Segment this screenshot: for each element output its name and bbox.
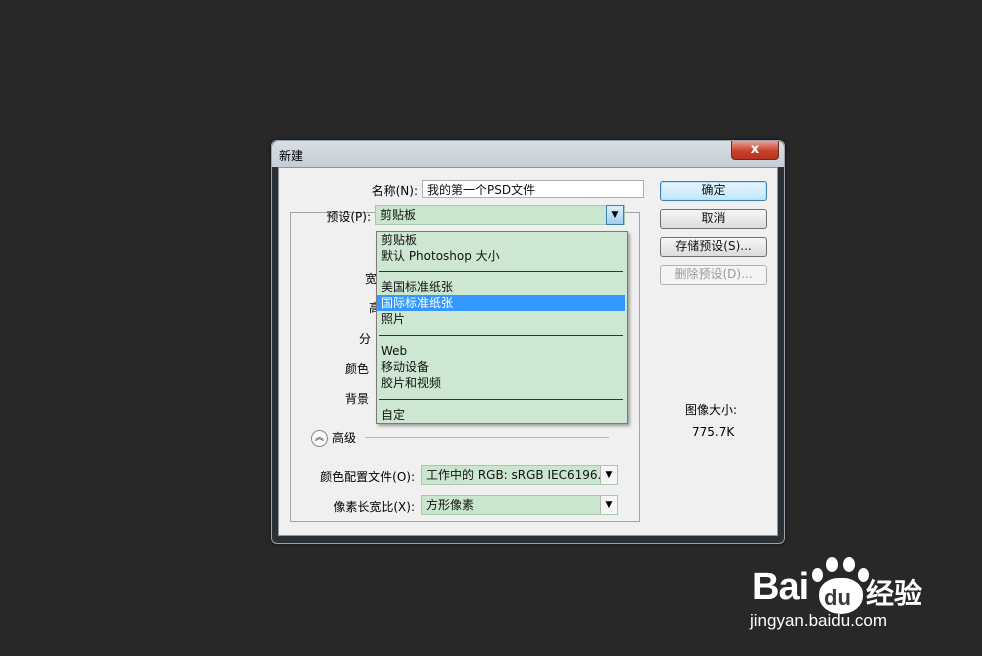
preset-label: 预设(P):	[326, 210, 371, 224]
ok-button[interactable]: 确定	[660, 181, 767, 201]
color-profile-select[interactable]: 工作中的 RGB: sRGB IEC6196... ▼	[421, 465, 618, 485]
menu-item-web[interactable]: Web	[377, 343, 625, 359]
save-preset-button[interactable]: 存储预设(S)...	[660, 237, 767, 257]
name-field[interactable]: 我的第一个PSD文件	[422, 180, 644, 198]
preset-select[interactable]: 剪贴板 ▼	[375, 205, 625, 225]
menu-item-film-video[interactable]: 胶片和视频	[377, 375, 625, 391]
menu-separator	[379, 399, 623, 400]
chevron-down-icon[interactable]: ▼	[600, 466, 617, 484]
resolution-label: 分	[359, 332, 372, 346]
image-size-label: 图像大小:	[685, 403, 738, 417]
color-profile-label: 颜色配置文件(O):	[320, 470, 415, 484]
chevron-down-icon[interactable]: ▼	[600, 496, 617, 514]
preset-dropdown-menu: 剪贴板 默认 Photoshop 大小 美国标准纸张 国际标准纸张 照片 Web…	[376, 231, 628, 424]
menu-item-default-size[interactable]: 默认 Photoshop 大小	[377, 248, 625, 264]
menu-item-international-paper[interactable]: 国际标准纸张	[377, 295, 625, 311]
advanced-toggle-button[interactable]: ︽	[311, 430, 328, 447]
preset-select-value: 剪贴板	[380, 208, 417, 222]
image-size-value: 775.7K	[692, 425, 735, 439]
advanced-divider	[365, 437, 609, 438]
menu-item-mobile[interactable]: 移动设备	[377, 359, 625, 375]
chevron-down-icon[interactable]: ▼	[606, 205, 624, 225]
watermark-brand-right: du	[824, 585, 851, 610]
dialog-titlebar[interactable]: 新建 x	[272, 141, 784, 167]
close-icon: x	[750, 142, 760, 157]
advanced-label: 高级	[332, 431, 357, 445]
pixel-aspect-value: 方形像素	[426, 498, 475, 512]
new-document-dialog: 新建 x 名称(N): 我的第一个PSD文件 预设(P): 剪贴板 ▼ 宽 高 …	[271, 140, 785, 544]
name-label: 名称(N):	[371, 184, 418, 198]
menu-item-clipboard[interactable]: 剪贴板	[377, 232, 625, 248]
watermark-brand-cn: 经验	[866, 578, 923, 609]
menu-separator	[379, 335, 623, 336]
menu-separator	[379, 271, 623, 272]
menu-item-custom[interactable]: 自定	[377, 407, 625, 423]
pixel-aspect-select[interactable]: 方形像素 ▼	[421, 495, 618, 515]
color-profile-value: 工作中的 RGB: sRGB IEC6196...	[426, 468, 609, 482]
delete-preset-button[interactable]: 删除预设(D)...	[660, 265, 767, 285]
menu-item-us-paper[interactable]: 美国标准纸张	[377, 279, 625, 295]
watermark-url: jingyan.baidu.com	[750, 611, 888, 630]
background-contents-label: 背景	[345, 392, 370, 406]
close-button[interactable]: x	[731, 141, 779, 160]
cancel-button[interactable]: 取消	[660, 209, 767, 229]
color-mode-label: 颜色	[345, 362, 370, 376]
dialog-title: 新建	[279, 149, 304, 163]
menu-item-photo[interactable]: 照片	[377, 311, 625, 327]
watermark-brand-left: Bai	[752, 566, 809, 608]
dialog-body: 名称(N): 我的第一个PSD文件 预设(P): 剪贴板 ▼ 宽 高 分 颜色 …	[278, 167, 778, 536]
pixel-aspect-label: 像素长宽比(X):	[333, 500, 415, 514]
double-chevron-up-icon: ︽	[314, 433, 324, 443]
